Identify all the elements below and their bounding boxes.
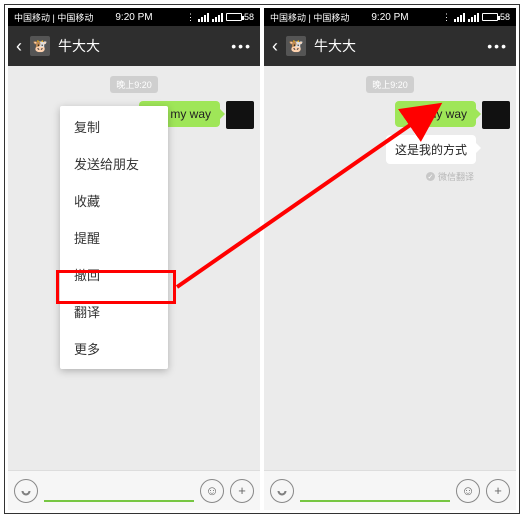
message-row: this my way	[264, 101, 516, 135]
carrier-label: 中国移动 | 中国移动	[14, 11, 93, 24]
chat-title: 牛大大	[314, 36, 479, 56]
text-input[interactable]	[44, 500, 194, 502]
signal-icon-2	[468, 13, 479, 22]
input-bar: ☺ +	[8, 470, 260, 510]
more-icon[interactable]: •••	[231, 38, 252, 54]
check-icon: ✓	[426, 172, 435, 181]
battery-indicator: 58	[226, 12, 254, 22]
signal-icon-2	[212, 13, 223, 22]
menu-forward[interactable]: 发送给朋友	[60, 145, 168, 182]
contact-avatar-small: 🐮	[30, 36, 50, 56]
translation-bubble[interactable]: 这是我的方式	[386, 135, 476, 164]
status-time: 9:20 PM	[371, 12, 408, 23]
text-input[interactable]	[300, 500, 450, 502]
more-icon[interactable]: •••	[487, 38, 508, 54]
chat-header: ‹ 🐮 牛大大 •••	[8, 26, 260, 66]
status-bar: 中国移动 | 中国移动 9:20 PM ⋮ 58	[264, 8, 516, 26]
menu-copy[interactable]: 复制	[60, 108, 168, 145]
voice-icon[interactable]	[270, 479, 294, 503]
carrier-label: 中国移动 | 中国移动	[270, 11, 349, 24]
back-icon[interactable]: ‹	[16, 37, 22, 55]
menu-remind[interactable]: 提醒	[60, 219, 168, 256]
battery-indicator: 58	[482, 12, 510, 22]
plus-icon[interactable]: +	[486, 479, 510, 503]
signal-icon	[198, 13, 209, 22]
emoji-icon[interactable]: ☺	[200, 479, 224, 503]
my-avatar[interactable]	[226, 101, 254, 129]
signal-icon	[454, 13, 465, 22]
phone-left: 中国移动 | 中国移动 9:20 PM ⋮ 58 ‹ 🐮 牛大大 ••• 晚上9…	[8, 8, 260, 510]
wifi-icon: ⋮	[186, 12, 195, 23]
timestamp-badge: 晚上9:20	[110, 76, 158, 93]
status-bar: 中国移动 | 中国移动 9:20 PM ⋮ 58	[8, 8, 260, 26]
context-menu: 复制 发送给朋友 收藏 提醒 撤回 翻译 更多	[60, 106, 168, 369]
chat-header: ‹ 🐮 牛大大 •••	[264, 26, 516, 66]
my-avatar[interactable]	[482, 101, 510, 129]
input-bar: ☺ +	[264, 470, 516, 510]
translation-source: ✓ 微信翻译	[264, 170, 516, 183]
voice-icon[interactable]	[14, 479, 38, 503]
phone-right: 中国移动 | 中国移动 9:20 PM ⋮ 58 ‹ 🐮 牛大大 ••• 晚上9…	[264, 8, 516, 510]
menu-recall[interactable]: 撤回	[60, 256, 168, 293]
timestamp-badge: 晚上9:20	[366, 76, 414, 93]
tutorial-frame: 中国移动 | 中国移动 9:20 PM ⋮ 58 ‹ 🐮 牛大大 ••• 晚上9…	[4, 4, 520, 514]
translation-source-label: 微信翻译	[438, 170, 474, 183]
chat-body: 晚上9:20 this my way 这是我的方式 ✓ 微信翻译	[264, 66, 516, 470]
menu-favorite[interactable]: 收藏	[60, 182, 168, 219]
wifi-icon: ⋮	[442, 12, 451, 23]
status-time: 9:20 PM	[115, 12, 152, 23]
message-bubble[interactable]: this my way	[395, 101, 476, 127]
emoji-icon[interactable]: ☺	[456, 479, 480, 503]
chat-body: 晚上9:20 this my way 复制 发送给朋友 收藏 提醒 撤回 翻译 …	[8, 66, 260, 470]
back-icon[interactable]: ‹	[272, 37, 278, 55]
chat-title: 牛大大	[58, 36, 223, 56]
menu-translate[interactable]: 翻译	[60, 293, 168, 330]
contact-avatar-small: 🐮	[286, 36, 306, 56]
translation-row: 这是我的方式	[264, 135, 516, 170]
plus-icon[interactable]: +	[230, 479, 254, 503]
menu-more[interactable]: 更多	[60, 330, 168, 367]
